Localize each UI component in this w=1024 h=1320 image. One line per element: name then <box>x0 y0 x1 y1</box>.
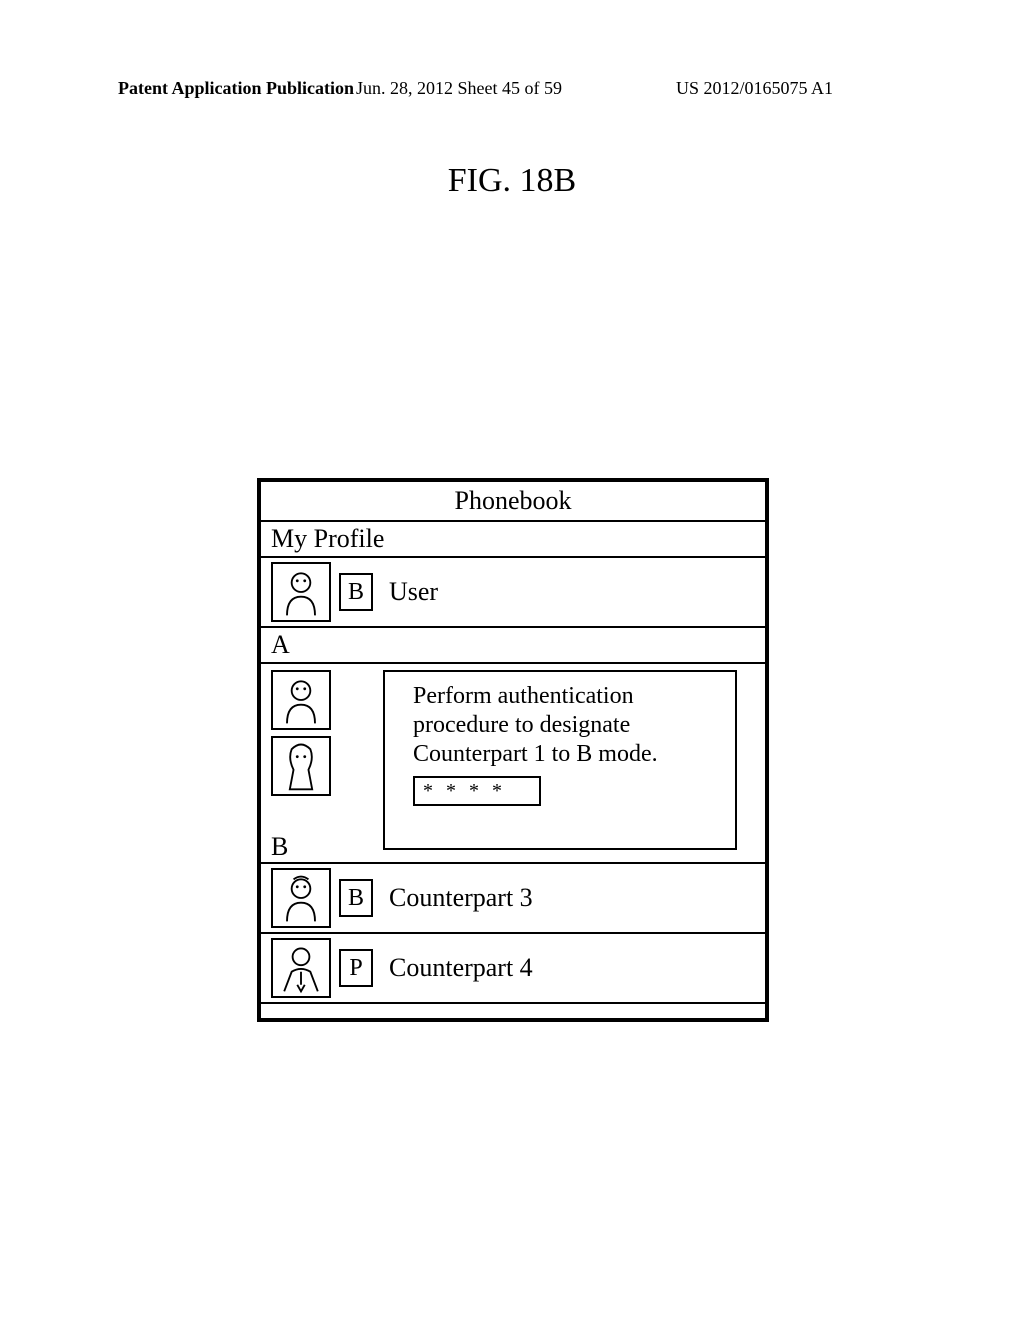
person-icon <box>273 940 329 996</box>
user-row[interactable]: B User <box>261 558 765 628</box>
contact-row[interactable]: P Counterpart 4 <box>261 934 765 1004</box>
contact-name: Counterpart 4 <box>389 953 533 983</box>
phonebook-panel: Phonebook My Profile B User A <box>257 478 769 1022</box>
header-left: Patent Application Publication <box>118 78 354 99</box>
mode-badge-user: B <box>339 573 373 611</box>
auth-popup-text: Perform authentication procedure to desi… <box>413 682 717 768</box>
person-icon <box>273 870 329 926</box>
auth-popup-area: Perform authentication procedure to desi… <box>261 664 765 864</box>
avatar-counterpart-4 <box>271 938 331 998</box>
header-right: US 2012/0165075 A1 <box>676 78 833 99</box>
mode-badge: P <box>339 949 373 987</box>
avatar-counterpart-1 <box>271 670 331 730</box>
avatar-user <box>271 562 331 622</box>
user-name: User <box>389 577 438 607</box>
auth-password-input[interactable]: * * * * <box>413 776 541 806</box>
person-icon <box>273 672 329 728</box>
section-b-header: B <box>271 832 288 862</box>
contact-name: Counterpart 3 <box>389 883 533 913</box>
section-a-header: A <box>261 628 765 664</box>
auth-popup: Perform authentication procedure to desi… <box>383 670 737 850</box>
figure-label: FIG. 18B <box>0 162 1024 200</box>
person-icon <box>273 564 329 620</box>
bottom-gap <box>261 1004 765 1018</box>
person-icon <box>273 738 329 794</box>
mode-badge: B <box>339 879 373 917</box>
avatar-counterpart-2 <box>271 736 331 796</box>
phonebook-title: Phonebook <box>261 482 765 522</box>
contact-row[interactable]: B Counterpart 3 <box>261 864 765 934</box>
my-profile-header: My Profile <box>261 522 765 558</box>
header-center: Jun. 28, 2012 Sheet 45 of 59 <box>356 78 562 99</box>
avatar-counterpart-3 <box>271 868 331 928</box>
